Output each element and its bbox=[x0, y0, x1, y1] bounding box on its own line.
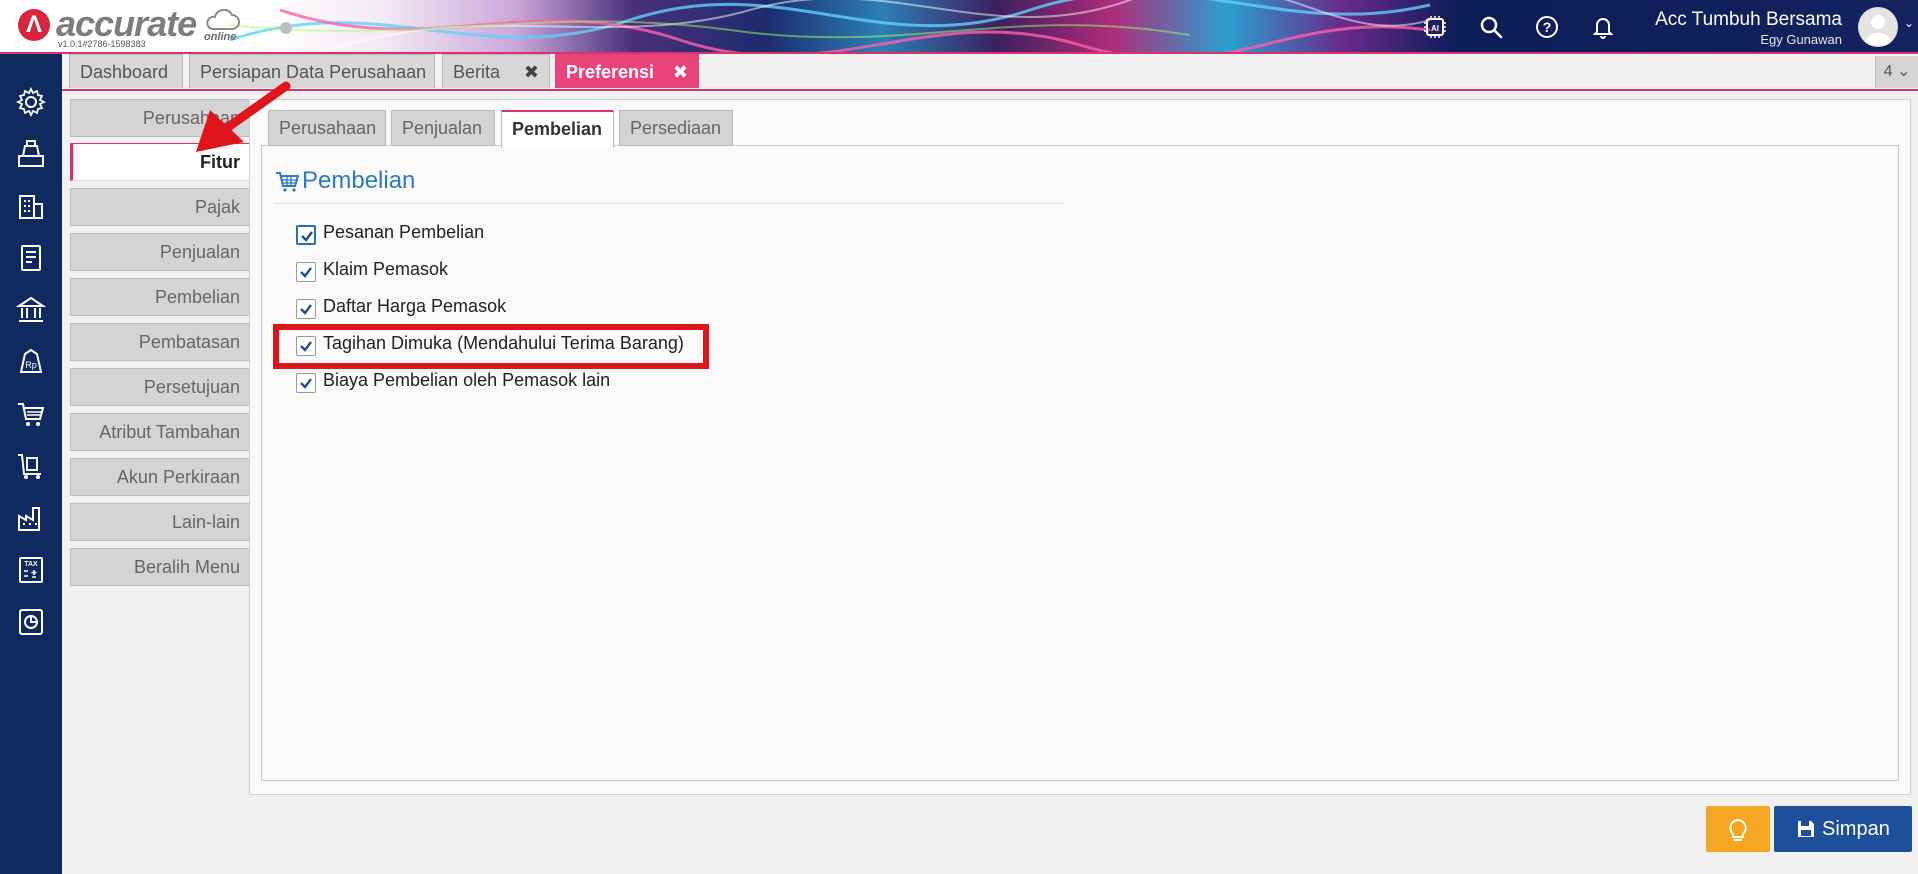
checkbox[interactable] bbox=[296, 225, 316, 245]
logo-online-text: online bbox=[204, 31, 237, 43]
option-label: Biaya Pembelian oleh Pemasok lain bbox=[323, 370, 611, 390]
save-button-label: Simpan bbox=[1822, 818, 1890, 840]
option-label: Klaim Pemasok bbox=[323, 259, 449, 279]
subtab-penjualan[interactable]: Penjualan bbox=[391, 110, 495, 146]
status-dot bbox=[280, 22, 292, 34]
bank-icon[interactable] bbox=[15, 294, 47, 326]
tab-berita[interactable]: Berita ✖ bbox=[442, 54, 550, 88]
option-label: Daftar Harga Pemasok bbox=[323, 296, 507, 316]
save-button[interactable]: Simpan bbox=[1774, 806, 1912, 852]
ai-chip-icon[interactable]: AI bbox=[1422, 14, 1448, 40]
cash-register-icon[interactable] bbox=[15, 138, 47, 170]
annotation-highlight-box bbox=[273, 324, 709, 369]
settings-gear-icon[interactable] bbox=[15, 86, 47, 118]
ledger-book-icon[interactable] bbox=[15, 242, 47, 274]
side-item-penjualan[interactable]: Penjualan bbox=[70, 233, 250, 271]
tab-label: Dashboard bbox=[80, 62, 169, 82]
tab-preferensi[interactable]: Preferensi ✖ bbox=[555, 54, 699, 88]
svg-text:?: ? bbox=[1543, 19, 1552, 35]
side-item-pembatasan[interactable]: Pembatasan bbox=[70, 323, 250, 361]
section-divider bbox=[274, 203, 1064, 204]
bell-icon[interactable] bbox=[1590, 14, 1616, 40]
side-item-persetujuan[interactable]: Persetujuan bbox=[70, 368, 250, 406]
side-item-pajak[interactable]: Pajak bbox=[70, 188, 250, 226]
accurate-logo-icon: Λ bbox=[18, 9, 50, 41]
app-logo[interactable]: Λ accurate online v1.0.1#2786-1598383 bbox=[14, 3, 254, 51]
search-icon[interactable] bbox=[1478, 14, 1504, 40]
lightbulb-icon bbox=[1729, 818, 1747, 841]
close-icon[interactable]: ✖ bbox=[524, 55, 539, 89]
chevron-down-icon[interactable]: ⌄ bbox=[1904, 16, 1914, 30]
tab-bar-accent-line bbox=[62, 89, 1918, 91]
user-name[interactable]: Egy Gunawan bbox=[1760, 32, 1842, 47]
svg-text:Rp: Rp bbox=[25, 360, 37, 370]
close-icon[interactable]: ✖ bbox=[673, 55, 688, 89]
side-item-akun-perkiraan[interactable]: Akun Perkiraan bbox=[70, 458, 250, 496]
user-avatar-icon bbox=[1864, 15, 1892, 45]
cart-icon bbox=[276, 172, 299, 192]
receivable-bag-icon[interactable]: Rp bbox=[15, 346, 47, 378]
check-icon bbox=[300, 304, 312, 315]
side-item-beralih-menu[interactable]: Beralih Menu bbox=[70, 548, 250, 586]
tab-label: Berita bbox=[453, 62, 501, 82]
checkbox[interactable] bbox=[296, 262, 316, 282]
factory-icon[interactable] bbox=[15, 502, 47, 534]
side-item-pembelian[interactable]: Pembelian bbox=[70, 278, 250, 316]
checkbox[interactable] bbox=[296, 373, 316, 393]
building-icon[interactable] bbox=[15, 190, 47, 222]
settings-content-area bbox=[261, 145, 1899, 781]
company-name[interactable]: Acc Tumbuh Bersama bbox=[1655, 9, 1842, 31]
tax-calculator-icon[interactable]: TAX bbox=[15, 554, 47, 586]
version-text: v1.0.1#2786-1598383 bbox=[58, 39, 146, 49]
cloud-icon bbox=[206, 9, 240, 30]
inventory-cart-icon[interactable] bbox=[15, 450, 47, 482]
section-title: Pembelian bbox=[302, 167, 416, 194]
option-label: Pesanan Pembelian bbox=[323, 222, 485, 242]
help-icon[interactable]: ? bbox=[1534, 14, 1560, 40]
tab-count-dropdown[interactable]: 4 ⌄ bbox=[1875, 56, 1918, 88]
shopping-cart-icon[interactable] bbox=[15, 398, 47, 430]
tab-label: Preferensi bbox=[566, 62, 655, 82]
tab-label: Persiapan Data Perusahaan bbox=[200, 62, 427, 82]
subtab-pembelian[interactable]: Pembelian bbox=[501, 110, 614, 148]
tab-dashboard[interactable]: Dashboard bbox=[69, 54, 183, 88]
header-decoration bbox=[230, 0, 1430, 52]
left-nav: Rp TAX bbox=[0, 54, 62, 874]
side-item-atribut-tambahan[interactable]: Atribut Tambahan bbox=[70, 413, 250, 451]
side-item-lain-lain[interactable]: Lain-lain bbox=[70, 503, 250, 541]
svg-text:TAX: TAX bbox=[24, 561, 38, 568]
check-icon bbox=[300, 378, 312, 389]
hint-button[interactable] bbox=[1706, 806, 1770, 852]
check-icon bbox=[301, 231, 313, 242]
checkbox[interactable] bbox=[296, 299, 316, 319]
svg-text:AI: AI bbox=[1431, 24, 1439, 33]
check-icon bbox=[300, 267, 312, 278]
subtab-persediaan[interactable]: Persediaan bbox=[619, 110, 733, 146]
save-floppy-icon bbox=[1798, 821, 1814, 837]
report-chart-icon[interactable] bbox=[15, 606, 47, 638]
avatar[interactable] bbox=[1858, 7, 1898, 47]
annotation-arrow-icon bbox=[196, 81, 291, 152]
